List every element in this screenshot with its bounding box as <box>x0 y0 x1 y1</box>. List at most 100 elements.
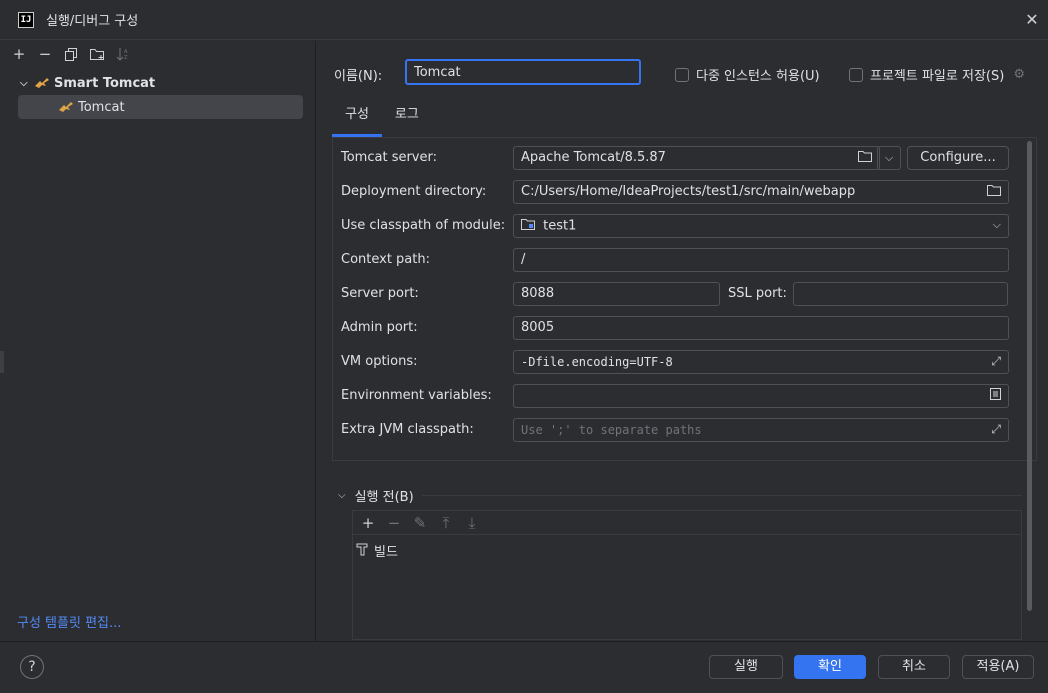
divider <box>421 494 1022 496</box>
configurations-toolbar: + − AZ <box>0 41 315 67</box>
tab-configuration[interactable]: 구성 <box>332 103 382 137</box>
checkbox-box[interactable] <box>675 67 689 82</box>
tree-item-label: Tomcat <box>78 99 125 115</box>
hammer-icon <box>356 542 370 560</box>
apply-button[interactable]: 적용(A) <box>962 655 1034 679</box>
deployment-directory-row: Deployment directory: C:/Users/Home/Idea… <box>333 180 1023 204</box>
title-bar: IJ 실행/디버그 구성 ✕ <box>0 0 1048 40</box>
tab-bar: 구성 로그 <box>332 103 432 137</box>
add-icon[interactable]: + <box>10 45 28 63</box>
module-folder-icon <box>521 218 535 234</box>
remove-icon[interactable]: − <box>385 514 403 532</box>
sort-icon[interactable]: AZ <box>114 45 132 63</box>
extra-classpath-placeholder: Use ';' to separate paths <box>521 423 702 437</box>
chevron-down-icon[interactable]: ⌵ <box>338 490 346 501</box>
list-item[interactable]: 빌드 <box>356 541 1021 560</box>
server-port-input[interactable]: 8088 <box>513 282 720 306</box>
vm-options-row: VM options: -Dfile.encoding=UTF-8 ⤢ <box>333 350 1023 374</box>
env-vars-label: Environment variables: <box>341 388 492 403</box>
window-title: 실행/디버그 구성 <box>46 14 139 29</box>
env-vars-row: Environment variables: <box>333 384 1023 408</box>
tomcat-icon <box>58 100 74 114</box>
tomcat-server-select[interactable]: Apache Tomcat/8.5.87 <box>513 146 880 170</box>
name-label: 이름(N): <box>334 69 383 84</box>
tree-group-smart-tomcat[interactable]: ⌵ Smart Tomcat <box>0 71 315 95</box>
chevron-down-icon[interactable]: ⌵ <box>877 146 901 170</box>
classpath-module-row: Use classpath of module: test1 ⌵ <box>333 214 1023 238</box>
extra-classpath-row: Extra JVM classpath: Use ';' to separate… <box>333 418 1023 442</box>
configure-button[interactable]: Configure... <box>907 146 1009 170</box>
dialog-footer: ? 실행 확인 취소 적용(A) <box>0 641 1048 693</box>
copy-icon[interactable] <box>62 45 80 63</box>
ssl-port-label: SSL port: <box>728 286 787 301</box>
move-up-icon[interactable]: ⤒ <box>437 514 455 532</box>
ports-row: Server port: 8088 SSL port: <box>333 282 1023 306</box>
store-project-checkbox[interactable]: 프로젝트 파일로 저장(S) ⚙ <box>849 65 1025 84</box>
checkbox-box[interactable] <box>849 67 863 82</box>
admin-port-input[interactable]: 8005 <box>513 316 1009 340</box>
server-port-label: Server port: <box>341 286 419 301</box>
name-input[interactable] <box>405 59 641 85</box>
tab-logs[interactable]: 로그 <box>382 103 432 137</box>
resize-handle[interactable] <box>0 351 4 373</box>
close-icon[interactable]: ✕ <box>1024 12 1040 28</box>
svg-text:Z: Z <box>124 55 128 61</box>
tomcat-server-row: Tomcat server: Apache Tomcat/8.5.87 ⌵ Co… <box>333 146 1023 170</box>
remove-icon[interactable]: − <box>36 45 54 63</box>
admin-port-row: Admin port: 8005 <box>333 316 1023 340</box>
env-vars-input[interactable] <box>513 384 1009 408</box>
before-launch-header[interactable]: ⌵ 실행 전(B) <box>332 485 1022 505</box>
edit-icon[interactable]: ✎ <box>411 514 429 532</box>
classpath-module-label: Use classpath of module: <box>341 218 506 233</box>
ssl-port-input[interactable] <box>793 282 1008 306</box>
before-launch-label: 실행 전(B) <box>354 489 414 505</box>
configuration-form: Tomcat server: Apache Tomcat/8.5.87 ⌵ Co… <box>332 137 1037 461</box>
admin-port-label: Admin port: <box>341 320 418 335</box>
deployment-directory-field[interactable]: C:/Users/Home/IdeaProjects/test1/src/mai… <box>513 180 1009 204</box>
tomcat-server-value: Apache Tomcat/8.5.87 <box>521 150 666 165</box>
vm-options-value: -Dfile.encoding=UTF-8 <box>521 355 673 369</box>
folder-icon[interactable] <box>987 184 1001 199</box>
tomcat-icon <box>34 76 50 90</box>
new-folder-icon[interactable] <box>88 45 106 63</box>
cancel-button[interactable]: 취소 <box>878 655 950 679</box>
configurations-panel: + − AZ ⌵ Smart Tomcat Tomcat 구성 템플릿 편집..… <box>0 41 316 641</box>
tomcat-server-label: Tomcat server: <box>341 150 437 165</box>
expand-icon[interactable]: ⤢ <box>991 354 1001 369</box>
ok-button[interactable]: 확인 <box>794 655 866 679</box>
extra-classpath-input[interactable]: Use ';' to separate paths ⤢ <box>513 418 1009 442</box>
tree-item-tomcat[interactable]: Tomcat <box>18 95 303 119</box>
allow-multiple-label: 다중 인스턴스 허용(U) <box>696 69 820 84</box>
help-icon[interactable]: ? <box>20 655 44 679</box>
extra-classpath-label: Extra JVM classpath: <box>341 422 474 437</box>
configuration-editor: 이름(N): 다중 인스턴스 허용(U) 프로젝트 파일로 저장(S) ⚙ 구성… <box>317 41 1048 641</box>
add-icon[interactable]: + <box>359 514 377 532</box>
chevron-down-icon[interactable]: ⌵ <box>993 218 1001 232</box>
chevron-down-icon[interactable]: ⌵ <box>20 78 34 89</box>
move-down-icon[interactable]: ⤓ <box>463 514 481 532</box>
classpath-module-select[interactable]: test1 ⌵ <box>513 214 1009 238</box>
name-row: 이름(N): 다중 인스턴스 허용(U) 프로젝트 파일로 저장(S) ⚙ <box>317 59 1048 87</box>
classpath-module-value: test1 <box>543 218 577 234</box>
deployment-directory-value: C:/Users/Home/IdeaProjects/test1/src/mai… <box>521 184 856 199</box>
intellij-icon: IJ <box>18 11 34 28</box>
tree-group-label: Smart Tomcat <box>54 75 156 91</box>
before-launch-item-label: 빌드 <box>374 545 398 560</box>
edit-templates-link[interactable]: 구성 템플릿 편집... <box>17 612 121 631</box>
before-launch-toolbar: + − ✎ ⤒ ⤓ <box>353 511 1021 535</box>
scrollbar[interactable] <box>1027 141 1032 611</box>
configurations-tree: ⌵ Smart Tomcat Tomcat <box>0 71 315 119</box>
context-path-input[interactable]: / <box>513 248 1009 272</box>
store-project-label: 프로젝트 파일로 저장(S) <box>870 69 1005 84</box>
run-button[interactable]: 실행 <box>709 655 783 679</box>
document-icon[interactable] <box>990 388 1001 403</box>
expand-icon[interactable]: ⤢ <box>991 422 1001 437</box>
before-launch-list: + − ✎ ⤒ ⤓ 빌드 <box>352 510 1022 640</box>
deployment-directory-label: Deployment directory: <box>341 184 487 199</box>
vm-options-label: VM options: <box>341 354 418 369</box>
vm-options-input[interactable]: -Dfile.encoding=UTF-8 ⤢ <box>513 350 1009 374</box>
context-path-label: Context path: <box>341 252 430 267</box>
gear-icon[interactable]: ⚙ <box>1013 67 1025 82</box>
allow-multiple-checkbox[interactable]: 다중 인스턴스 허용(U) <box>675 65 820 84</box>
folder-icon[interactable] <box>858 150 872 165</box>
